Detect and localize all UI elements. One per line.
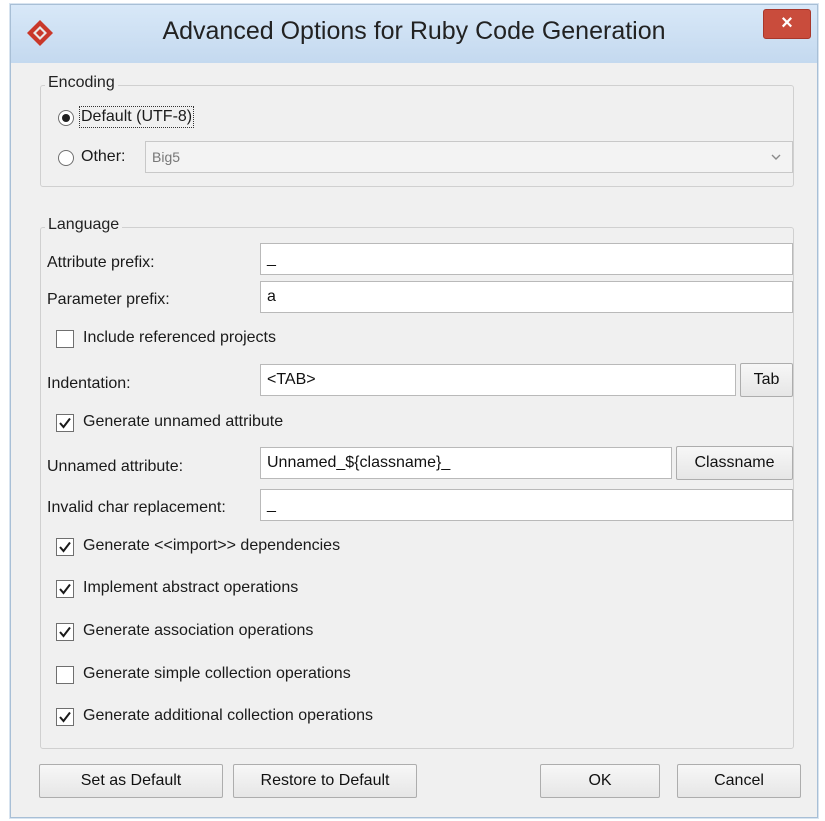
unnamed-attribute-input[interactable]: Unnamed_${classname}_ <box>260 447 672 479</box>
cancel-button[interactable]: Cancel <box>677 764 801 798</box>
option-checkbox-simple-collection-ops[interactable] <box>56 666 74 684</box>
ok-button[interactable]: OK <box>540 764 660 798</box>
parameter-prefix-label: Parameter prefix: <box>47 291 170 308</box>
attribute-prefix-label: Attribute prefix: <box>47 254 155 271</box>
option-checkbox-import-deps[interactable] <box>56 538 74 556</box>
option-checkbox-abstract-ops[interactable] <box>56 580 74 598</box>
app-logo-icon <box>27 20 53 46</box>
option-label-additional-collection-ops[interactable]: Generate additional collection operation… <box>83 707 373 725</box>
option-checkbox-association-ops[interactable] <box>56 623 74 641</box>
generate-unnamed-checkbox[interactable] <box>56 414 74 432</box>
restore-to-default-button[interactable]: Restore to Default <box>233 764 417 798</box>
invalid-char-label: Invalid char replacement: <box>47 499 226 516</box>
unnamed-attribute-label: Unnamed attribute: <box>47 458 184 475</box>
classname-button[interactable]: Classname <box>676 446 793 480</box>
checkmark-icon <box>59 711 71 723</box>
indentation-input[interactable]: <TAB> <box>260 364 736 396</box>
language-group-label: Language <box>45 216 123 234</box>
include-referenced-label[interactable]: Include referenced projects <box>83 329 276 347</box>
default-encoding-radio[interactable] <box>58 110 74 126</box>
checkmark-icon <box>59 417 71 429</box>
option-label-simple-collection-ops[interactable]: Generate simple collection operations <box>83 665 351 683</box>
generate-unnamed-label[interactable]: Generate unnamed attribute <box>83 413 283 431</box>
checkmark-icon <box>59 541 71 553</box>
option-checkbox-additional-collection-ops[interactable] <box>56 708 74 726</box>
other-encoding-label[interactable]: Other: <box>81 148 125 166</box>
indentation-label: Indentation: <box>47 375 131 392</box>
option-label-import-deps[interactable]: Generate <<import>> dependencies <box>83 537 340 555</box>
close-button[interactable]: × <box>763 9 811 39</box>
dialog-window: Advanced Options for Ruby Code Generatio… <box>10 4 818 818</box>
set-as-default-button[interactable]: Set as Default <box>39 764 223 798</box>
parameter-prefix-input[interactable]: a <box>260 281 793 313</box>
option-label-abstract-ops[interactable]: Implement abstract operations <box>83 579 298 597</box>
default-encoding-label[interactable]: Default (UTF-8) <box>78 106 195 128</box>
attribute-prefix-input[interactable]: _ <box>260 243 793 275</box>
checkmark-icon <box>59 626 71 638</box>
encoding-select-value: Big5 <box>152 149 181 165</box>
other-encoding-radio[interactable] <box>58 150 74 166</box>
window-title: Advanced Options for Ruby Code Generatio… <box>162 17 666 45</box>
option-label-association-ops[interactable]: Generate association operations <box>83 622 313 640</box>
title-bar: Advanced Options for Ruby Code Generatio… <box>11 5 817 63</box>
radio-selected-dot <box>62 114 70 122</box>
invalid-char-input[interactable]: _ <box>260 489 793 521</box>
encoding-select[interactable]: Big5 <box>145 141 793 173</box>
chevron-down-icon <box>771 154 781 160</box>
checkmark-icon <box>59 583 71 595</box>
include-referenced-checkbox[interactable] <box>56 330 74 348</box>
encoding-group-label: Encoding <box>45 74 118 92</box>
tab-button[interactable]: Tab <box>740 363 793 397</box>
